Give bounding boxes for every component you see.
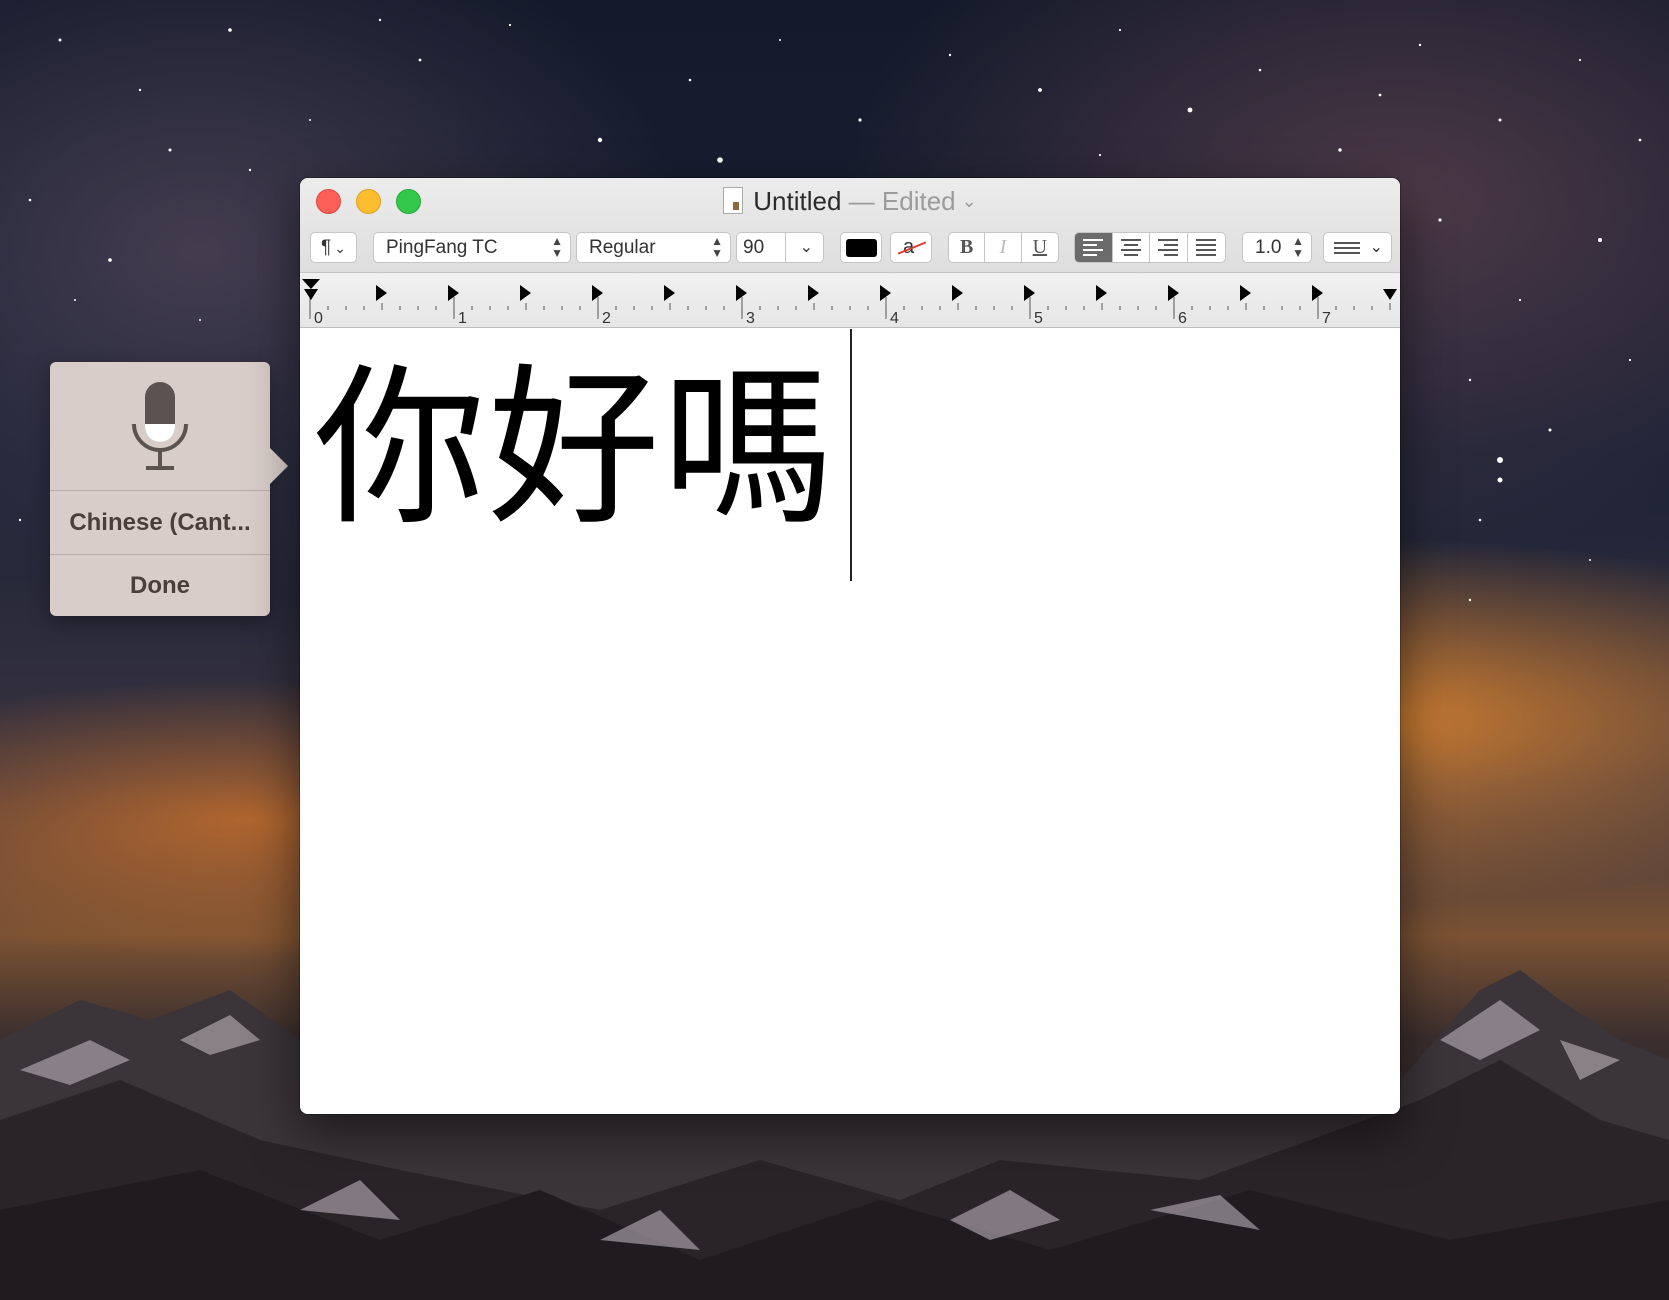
text-cursor: [850, 329, 852, 581]
font-family-select[interactable]: PingFang TC ▲ ▼: [373, 232, 571, 263]
line-spacing-select[interactable]: 1.0 ▲ ▼: [1242, 232, 1312, 263]
tab-stop-marker[interactable]: [520, 285, 531, 301]
ruler[interactable]: 0 1 2 3 4 5 6 7: [300, 273, 1400, 328]
align-left-icon: [1083, 236, 1104, 259]
font-family-value: PingFang TC: [386, 237, 498, 258]
tab-stop-marker[interactable]: [1096, 285, 1107, 301]
line-spacing-value: 1.0: [1255, 237, 1282, 258]
highlight-color-button[interactable]: a: [890, 232, 932, 263]
paragraph-styles-button[interactable]: ¶ ⌄: [310, 232, 357, 263]
window-title[interactable]: Untitled — Edited ⌄: [300, 186, 1400, 217]
stepper-icon: ▲ ▼: [711, 234, 723, 260]
ruler-number: 6: [1178, 310, 1187, 327]
ruler-scale: 0 1 2 3 4 5 6 7: [302, 279, 1397, 327]
list-icon: [1334, 239, 1360, 257]
ruler-number: 3: [746, 310, 755, 327]
align-right-icon: [1158, 236, 1179, 259]
ruler-number: 1: [458, 310, 467, 327]
chevron-down-icon: ⌄: [1369, 239, 1383, 256]
underline-button[interactable]: U: [1022, 233, 1058, 262]
tab-stop-marker[interactable]: [808, 285, 819, 301]
ruler-number: 4: [890, 310, 899, 327]
dictation-done-button[interactable]: Done: [50, 554, 270, 616]
align-center-icon: [1120, 236, 1141, 259]
align-center-button[interactable]: [1113, 233, 1150, 262]
title-separator: —: [841, 186, 882, 216]
edited-label: Edited: [881, 186, 956, 216]
chevron-down-icon: ⌄: [334, 240, 346, 256]
paragraph-icon: ¶: [321, 237, 332, 258]
tab-stop-marker[interactable]: [1240, 285, 1251, 301]
font-size-value: 90: [743, 237, 765, 258]
ruler-number: 0: [314, 310, 323, 327]
tab-stop-marker[interactable]: [376, 285, 387, 301]
document-name: Untitled: [753, 186, 842, 216]
justify-button[interactable]: [1188, 233, 1225, 262]
ruler-number: 5: [1034, 310, 1043, 327]
stepper-icon: ▲ ▼: [1292, 234, 1304, 260]
justify-icon: [1196, 236, 1217, 259]
font-size-field[interactable]: 90 ⌄: [736, 232, 824, 263]
align-right-button[interactable]: [1150, 233, 1188, 262]
align-left-button[interactable]: [1075, 233, 1113, 262]
right-indent-marker[interactable]: [1383, 289, 1397, 300]
dictation-popover: Chinese (Cant... Done: [50, 362, 288, 616]
document-text[interactable]: 你好嗎: [314, 349, 836, 549]
document-body[interactable]: 你好嗎: [300, 329, 1400, 1114]
tab-stop-marker[interactable]: [952, 285, 963, 301]
stepper-icon: ▲ ▼: [551, 234, 563, 260]
format-toolbar: ¶⌄ PingFang TC ▲▼ Regular ▲▼ 90 ⌄ a: [300, 232, 1400, 266]
chevron-down-icon: ⌄: [799, 239, 813, 256]
microphone-icon: [132, 382, 188, 470]
text-color-button[interactable]: [840, 232, 882, 263]
first-line-indent-marker[interactable]: [302, 279, 320, 289]
left-indent-marker[interactable]: [304, 289, 318, 300]
tab-stop-marker[interactable]: [664, 285, 675, 301]
bold-button[interactable]: B: [949, 233, 986, 262]
dictation-mic-area[interactable]: [50, 362, 270, 490]
text-style-group: B I U: [948, 232, 1059, 263]
ruler-number: 2: [602, 310, 611, 327]
text-color-swatch: [846, 239, 877, 257]
font-style-select[interactable]: Regular ▲ ▼: [576, 232, 731, 263]
chevron-down-icon: ⌄: [961, 191, 977, 211]
title-bar[interactable]: Untitled — Edited ⌄ ¶ ⌄ PingFang TC ▲ ▼ Reg…: [300, 178, 1400, 273]
alignment-group: [1074, 232, 1226, 263]
document-icon: [723, 187, 744, 214]
dictation-language-button[interactable]: Chinese (Cant...: [50, 490, 270, 554]
list-bullets-button[interactable]: ⌄: [1323, 232, 1392, 263]
italic-button[interactable]: I: [985, 233, 1022, 262]
textedit-window: Untitled — Edited ⌄ ¶ ⌄ PingFang TC ▲ ▼ Reg…: [300, 178, 1400, 1114]
ruler-number: 7: [1322, 310, 1331, 327]
font-style-value: Regular: [589, 237, 656, 258]
